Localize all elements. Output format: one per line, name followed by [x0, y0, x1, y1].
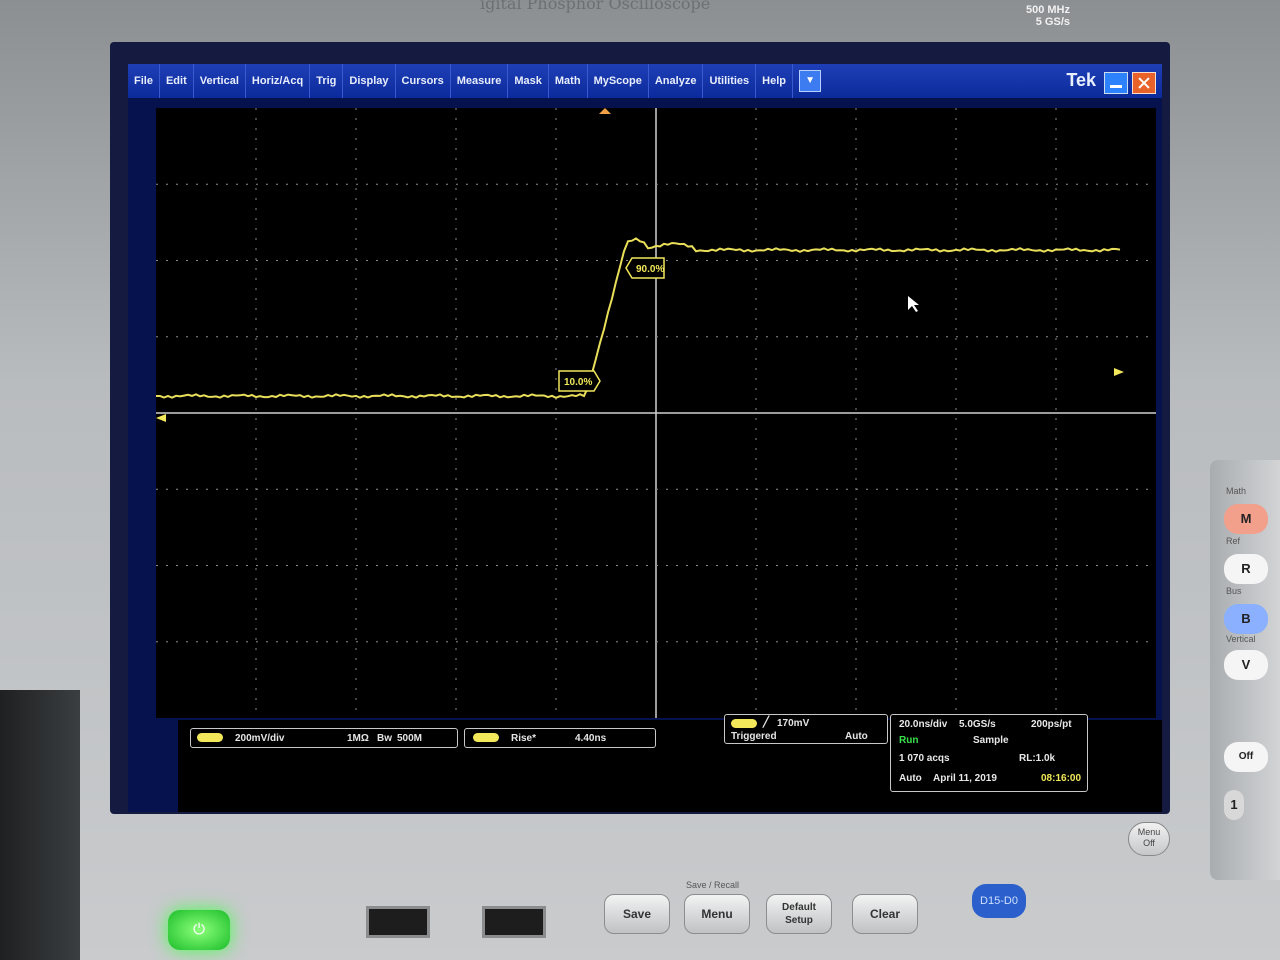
trigger-level: 170mV [777, 718, 810, 729]
menu-math[interactable]: Math [549, 64, 588, 98]
bus-button[interactable]: B [1224, 604, 1268, 634]
menu-vertical[interactable]: Vertical [194, 64, 246, 98]
chevron-down-icon[interactable]: ▼ [799, 70, 822, 92]
sample-rate: 5.0GS/s [959, 719, 996, 730]
minimize-icon[interactable] [1104, 72, 1128, 94]
menu-mask[interactable]: Mask [508, 64, 549, 98]
menu-analyze[interactable]: Analyze [649, 64, 704, 98]
probe-cable [0, 690, 80, 960]
menu-off-line-2: Off [1143, 838, 1155, 848]
menu-bar: File Edit Vertical Horiz/Acq Trig Displa… [128, 64, 1162, 98]
ref-marker-high: 90.0% [625, 257, 665, 279]
trigger-mode: Auto [845, 731, 868, 742]
save-recall-group-label: Save / Recall [686, 880, 740, 890]
waveform-graticule[interactable]: 10.0% 90.0% [156, 108, 1156, 718]
waveform-svg: 10.0% 90.0% [156, 108, 1156, 718]
menu-help[interactable]: Help [756, 64, 794, 98]
acq-mode: Sample [973, 735, 1009, 746]
trigger-state: Triggered [731, 731, 777, 742]
math-button[interactable]: M [1224, 504, 1268, 534]
menu-utilities[interactable]: Utilities [703, 64, 757, 98]
channel-1-readout[interactable]: 200mV/div 1MΩ Bw 500M [190, 728, 458, 748]
front-panel: Math M Ref R Bus B Vertical V Off 1 [1210, 460, 1280, 880]
menu-button[interactable]: Menu [684, 894, 750, 934]
resolution: 200ps/pt [1031, 719, 1072, 730]
marker-low-label: 10.0% [564, 377, 592, 388]
close-icon[interactable] [1132, 72, 1156, 94]
channel-1-button[interactable]: 1 [1224, 790, 1244, 820]
menu-horiz-acq[interactable]: Horiz/Acq [246, 64, 311, 98]
save-button[interactable]: Save [604, 894, 670, 934]
run-status: Run [899, 735, 919, 746]
model-title: igital Phosphor Oscilloscope [480, 0, 711, 13]
trigger-position-icon [599, 108, 611, 114]
channel-bandwidth: 500M [397, 733, 423, 744]
off-button[interactable]: Off [1224, 742, 1268, 772]
marker-high-label: 90.0% [636, 264, 664, 275]
menu-off-button[interactable]: Menu Off [1128, 822, 1170, 856]
scope-screen: File Edit Vertical Horiz/Acq Trig Displa… [128, 64, 1162, 812]
power-icon[interactable]: ⏻ [168, 910, 230, 950]
clear-button[interactable]: Clear [852, 894, 918, 934]
mouse-cursor-icon [908, 296, 919, 312]
channel-1-badge [197, 732, 223, 742]
ref-button[interactable]: R [1224, 554, 1268, 584]
bandwidth-spec: 500 MHz [1025, 4, 1070, 16]
menu-cursors[interactable]: Cursors [396, 64, 451, 98]
date-mode: Auto [899, 773, 922, 784]
trigger-level-icon [1114, 368, 1124, 376]
default-setup-button[interactable]: Default Setup [766, 894, 832, 934]
vertical-button[interactable]: V [1224, 650, 1268, 680]
timebase-readout[interactable]: 20.0ns/div 5.0GS/s 200ps/pt Run Sample 1… [890, 714, 1088, 792]
digital-channels-button[interactable]: D15-D0 [972, 884, 1026, 918]
measurement-value: 4.40ns [575, 733, 607, 744]
menu-trig[interactable]: Trig [310, 64, 344, 98]
measurement-source-badge [473, 732, 499, 742]
usb-port-2 [482, 906, 546, 938]
oscilloscope-bezel: igital Phosphor Oscilloscope 500 MHz 5 G… [0, 0, 1280, 960]
menu-measure[interactable]: Measure [451, 64, 509, 98]
sample-rate-spec: 5 GS/s [1035, 16, 1070, 28]
record-length: RL:1.0k [1019, 753, 1056, 764]
trigger-readout[interactable]: ╱ 170mV Triggered Auto [724, 714, 888, 744]
channel-ground-icon [156, 414, 166, 422]
channel-coupling: 1MΩ [347, 733, 369, 744]
menu-edit[interactable]: Edit [160, 64, 194, 98]
spec-label: 500 MHz 5 GS/s [1026, 4, 1070, 28]
measurement-readout[interactable]: Rise* 4.40ns [464, 728, 656, 748]
ref-marker-low: 10.0% [558, 370, 601, 392]
menu-myscope[interactable]: MyScope [588, 64, 649, 98]
grid [156, 108, 1156, 718]
bus-caption: Bus [1226, 586, 1242, 596]
ref-caption: Ref [1226, 536, 1241, 546]
menu-display[interactable]: Display [343, 64, 396, 98]
math-caption: Math [1226, 486, 1247, 496]
date: April 11, 2019 [933, 773, 997, 784]
acq-count: 1 070 acqs [899, 753, 950, 764]
rising-edge-icon: ╱ [763, 717, 770, 728]
horizontal-scale: 20.0ns/div [899, 719, 948, 730]
usb-port-1 [366, 906, 430, 938]
channel-scale: 200mV/div [235, 733, 285, 744]
bandwidth-limit-icon: Bw [377, 733, 392, 744]
menu-off-line-1: Menu [1137, 827, 1161, 837]
menu-file[interactable]: File [128, 64, 160, 98]
trigger-source-badge [731, 718, 757, 728]
vertical-caption: Vertical [1226, 634, 1256, 644]
measurement-label: Rise* [511, 733, 537, 744]
brand-logo: Tek [1066, 70, 1096, 90]
clock: 08:16:00 [1041, 773, 1082, 784]
